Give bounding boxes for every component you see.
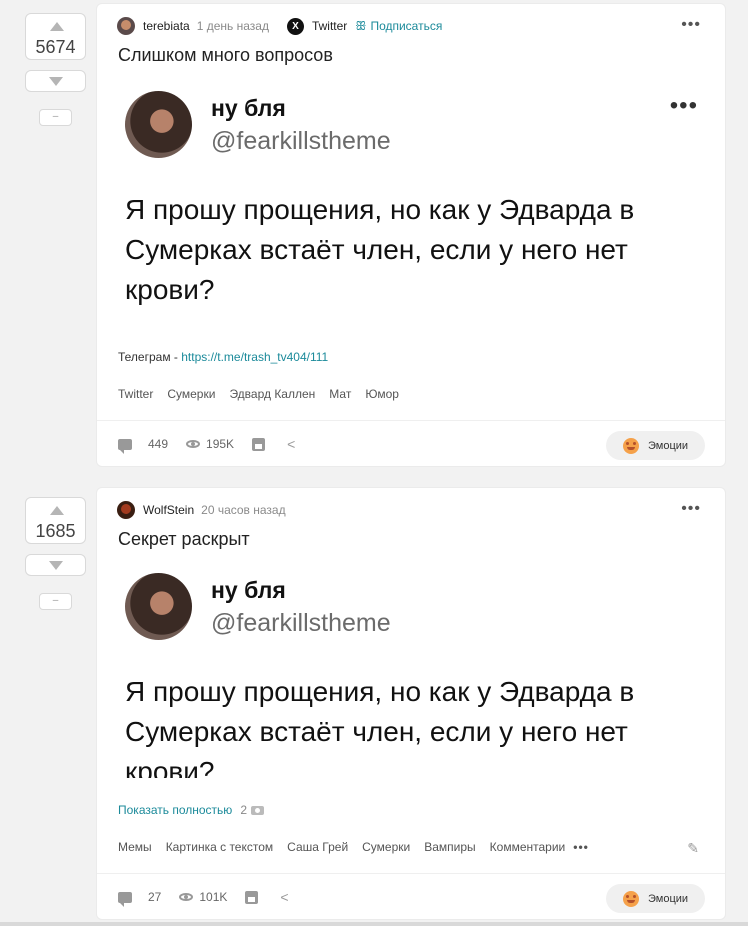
- more-tags-icon[interactable]: •••: [573, 840, 589, 854]
- view-count: 101K: [199, 890, 228, 904]
- subscribe-label: Подписаться: [370, 19, 443, 33]
- telegram-link[interactable]: https://t.me/trash_tv404/111: [181, 350, 328, 364]
- tag[interactable]: Мемы: [118, 840, 152, 854]
- tag[interactable]: Картинка с текстом: [166, 840, 273, 854]
- minus-button[interactable]: –: [39, 593, 72, 610]
- comments-button[interactable]: 27: [118, 890, 162, 907]
- emotions-label: Эмоции: [648, 439, 689, 452]
- tweet-handle: @fearkillstheme: [211, 127, 391, 155]
- more-options-icon[interactable]: •••: [681, 500, 701, 518]
- tag[interactable]: Сумерки: [362, 840, 410, 854]
- views-stat: 195K: [186, 437, 234, 451]
- comments-button[interactable]: 449: [118, 437, 169, 454]
- post: 1685 – WolfStein 20 часов назад ••• Секр…: [0, 484, 748, 922]
- post: 5674 – terebiata 1 день назад X Twitter …: [0, 0, 748, 470]
- upvote-button[interactable]: 5674: [25, 13, 86, 60]
- comment-icon: [118, 891, 132, 907]
- tag[interactable]: Юмор: [365, 387, 399, 401]
- tweet-handle: @fearkillstheme: [211, 609, 391, 637]
- downvote-button[interactable]: [25, 554, 86, 576]
- eye-icon: [179, 893, 194, 901]
- tweet-name: ну бля: [211, 577, 286, 603]
- triangle-up-icon: [50, 506, 64, 515]
- tag[interactable]: Мат: [329, 387, 351, 401]
- camera-icon: [251, 805, 264, 815]
- post-meta: terebiata 1 день назад X Twitter ꕥ Подпи…: [117, 17, 442, 35]
- downvote-button[interactable]: [25, 70, 86, 92]
- tweet-text: Я прошу прощения, но как у Эдварда в Сум…: [125, 194, 635, 305]
- comment-count: 449: [148, 437, 169, 451]
- post-card: terebiata 1 день назад X Twitter ꕥ Подпи…: [96, 3, 726, 467]
- tag[interactable]: Twitter: [118, 387, 153, 401]
- post-stats: 27 101K <: [118, 889, 289, 907]
- tweet-image[interactable]: ну бля @fearkillstheme ••• Я прошу проще…: [118, 86, 708, 314]
- divider: [97, 420, 725, 421]
- post-time: 1 день назад: [196, 19, 269, 33]
- rating-count: 1685: [35, 521, 76, 541]
- author-name[interactable]: terebiata: [143, 19, 190, 33]
- save-icon[interactable]: [252, 437, 266, 451]
- show-more-label: Показать полностью: [118, 803, 233, 817]
- tag[interactable]: Комментарии: [490, 840, 566, 854]
- comment-icon: [118, 438, 132, 454]
- views-stat: 101K: [179, 890, 227, 904]
- tag[interactable]: Сумерки: [167, 387, 215, 401]
- divider: [97, 873, 725, 874]
- subscribe-icon: ꕥ: [355, 18, 367, 33]
- emotions-button[interactable]: Эмоции: [606, 431, 705, 460]
- tweet-image[interactable]: ну бля @fearkillstheme Я прошу прощения,…: [118, 568, 708, 778]
- community-name[interactable]: Twitter: [312, 19, 347, 33]
- post-title[interactable]: Слишком много вопросов: [118, 45, 333, 66]
- emoji-face-icon: [623, 890, 639, 907]
- post-time: 20 часов назад: [201, 503, 286, 517]
- bottom-bar: [0, 922, 748, 926]
- emotions-label: Эмоции: [648, 892, 689, 905]
- share-icon[interactable]: <: [280, 889, 288, 905]
- emotions-button[interactable]: Эмоции: [606, 884, 705, 913]
- triangle-down-icon: [49, 561, 63, 570]
- post-meta: WolfStein 20 часов назад: [117, 501, 304, 519]
- post-stats: 449 195K <: [118, 436, 295, 454]
- upvote-button[interactable]: 1685: [25, 497, 86, 544]
- eye-icon: [186, 440, 201, 448]
- telegram-label: Телеграм -: [118, 350, 182, 364]
- tweet-dots-icon: •••: [669, 92, 698, 119]
- tag-list: Twitter Сумерки Эдвард Каллен Мат Юмор: [118, 387, 413, 401]
- view-count: 195K: [206, 437, 235, 451]
- tweet-avatar: [125, 91, 192, 158]
- emoji-face-icon: [623, 437, 639, 454]
- triangle-up-icon: [50, 22, 64, 31]
- more-options-icon[interactable]: •••: [681, 16, 701, 34]
- telegram-line: Телеграм - https://t.me/trash_tv404/111: [118, 350, 328, 364]
- subscribe-button[interactable]: ꕥ Подписаться: [355, 19, 442, 34]
- triangle-down-icon: [49, 77, 63, 86]
- tweet-avatar: [125, 573, 192, 640]
- x-logo-icon[interactable]: X: [286, 17, 304, 35]
- tag[interactable]: Вампиры: [424, 840, 475, 854]
- save-icon[interactable]: [245, 890, 259, 904]
- share-icon[interactable]: <: [287, 436, 295, 452]
- post-card: WolfStein 20 часов назад ••• Секрет раск…: [96, 487, 726, 920]
- minus-button[interactable]: –: [39, 109, 72, 126]
- tag[interactable]: Эдвард Каллен: [229, 387, 315, 401]
- author-avatar[interactable]: [117, 17, 135, 35]
- show-more-link[interactable]: Показать полностью 2: [118, 803, 264, 817]
- post-title[interactable]: Секрет раскрыт: [118, 529, 250, 550]
- tag-list: Мемы Картинка с текстом Саша Грей Сумерк…: [118, 840, 589, 854]
- pencil-icon[interactable]: ✎: [687, 840, 699, 857]
- tweet-name: ну бля: [211, 95, 286, 121]
- author-name[interactable]: WolfStein: [143, 503, 194, 517]
- tweet-text: Я прошу прощения, но как у Эдварда в Сум…: [125, 676, 635, 778]
- comment-count: 27: [148, 890, 162, 904]
- author-avatar[interactable]: [117, 501, 135, 519]
- tag[interactable]: Саша Грей: [287, 840, 348, 854]
- rating-count: 5674: [35, 37, 76, 57]
- image-count: 2: [240, 803, 247, 817]
